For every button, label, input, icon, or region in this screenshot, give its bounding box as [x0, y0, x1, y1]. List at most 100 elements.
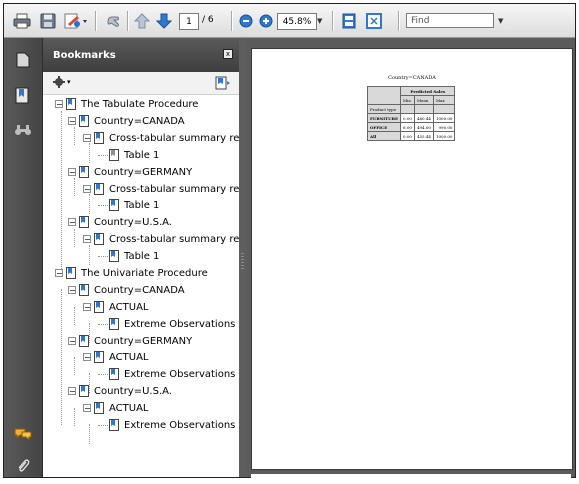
sign-document-icon[interactable] — [62, 11, 90, 30]
attachments-panel-icon[interactable] — [13, 120, 33, 140]
find-input[interactable]: Find — [406, 13, 494, 28]
toolbar-separator — [127, 11, 129, 31]
collapse-toggle-icon[interactable]: − — [83, 134, 91, 143]
gear-icon — [53, 76, 65, 88]
bookmark-icon — [94, 132, 104, 144]
collapse-toggle-icon[interactable]: − — [83, 303, 91, 312]
close-panel-button[interactable]: x — [223, 49, 233, 59]
bookmark-icon — [66, 267, 76, 279]
scrolling-mode-icon[interactable] — [339, 11, 359, 30]
table-row-label: All — [366, 131, 402, 141]
table-cell: 0.00 — [400, 131, 415, 141]
bookmark-label: ACTUAL — [109, 351, 149, 363]
summary-table: Predicted Sales Min Mean Max Product typ… — [366, 86, 456, 141]
bookmark-icon — [109, 199, 119, 211]
bookmark-label: Country=U.S.A. — [94, 216, 172, 228]
bookmark-label: Table 1 — [124, 199, 160, 211]
page-number-input[interactable]: 1 — [179, 13, 199, 30]
bookmark-icon — [94, 351, 104, 363]
next-page-icon[interactable] — [154, 11, 174, 30]
options-menu-button[interactable]: ▾ — [53, 76, 71, 88]
toolbar-separator — [332, 11, 334, 31]
bookmark-label: Country=GERMANY — [94, 166, 193, 178]
table-corner-cell — [366, 86, 402, 105]
bookmark-icon — [66, 98, 76, 110]
collapse-toggle-icon[interactable]: − — [83, 235, 91, 244]
collapse-toggle-icon[interactable]: − — [68, 337, 76, 346]
bookmark-item[interactable]: − ACTUAL — [83, 299, 149, 315]
bookmark-item[interactable]: − ACTUAL — [83, 400, 149, 416]
table-cell: 1000.00 — [432, 113, 456, 123]
bookmark-item[interactable]: − The Univariate Procedure — [55, 265, 208, 281]
toolbar-separator — [231, 11, 233, 31]
bookmark-item[interactable]: − Country=U.S.A. — [68, 214, 172, 230]
document-area[interactable]: Country=CANADA Predicted Sales Min Mean … — [247, 38, 575, 484]
tree-connector — [98, 424, 108, 426]
bookmark-icon — [94, 402, 104, 414]
bookmark-item[interactable]: Extreme Observations — [98, 366, 235, 382]
bookmark-item[interactable]: − Cross-tabular summary report — [83, 231, 239, 247]
toolbar-separator — [398, 11, 400, 31]
bookmarks-panel-header: Bookmarks x — [43, 38, 239, 72]
bookmark-item[interactable]: − Country=GERMANY — [68, 333, 192, 349]
tree-connector — [89, 245, 90, 265]
save-icon[interactable] — [38, 11, 58, 30]
bookmarks-panel-icon[interactable] — [13, 86, 33, 106]
bookmark-item[interactable]: − Country=U.S.A. — [68, 383, 172, 399]
bookmark-item[interactable]: − Country=CANADA — [68, 113, 185, 129]
bookmark-item[interactable]: Extreme Observations — [98, 417, 235, 433]
collapse-toggle-icon[interactable]: − — [83, 353, 91, 362]
tree-connector — [89, 424, 90, 444]
bookmark-label: Country=CANADA — [94, 115, 185, 127]
bookmark-item[interactable]: − ACTUAL — [83, 349, 149, 365]
collapse-toggle-icon[interactable]: − — [55, 100, 63, 109]
new-bookmark-button[interactable] — [215, 75, 231, 94]
bookmark-label: The Univariate Procedure — [81, 267, 208, 279]
bookmark-icon — [79, 166, 89, 178]
bookmark-icon — [109, 368, 119, 380]
zoom-out-icon[interactable] — [237, 11, 255, 30]
bookmark-item[interactable]: − Country=CANADA — [68, 282, 185, 298]
collapse-toggle-icon[interactable]: − — [68, 286, 76, 295]
bookmark-label: Country=GERMANY — [94, 335, 193, 347]
print-icon[interactable] — [12, 11, 32, 30]
comments-panel-icon[interactable] — [13, 424, 33, 444]
chevron-down-icon: ▾ — [67, 78, 71, 86]
table-cell: 990.00 — [432, 122, 456, 132]
find-dropdown-arrow-icon[interactable]: ▼ — [498, 17, 503, 25]
table-row-label: FURNITURE — [366, 113, 402, 123]
collapse-toggle-icon[interactable]: − — [68, 117, 76, 126]
collapse-toggle-icon[interactable]: − — [83, 185, 91, 194]
collapse-toggle-icon[interactable]: − — [55, 269, 63, 278]
acrobat-window: 1 / 6 45.8% ▼ Find ▼ Bookmarks x ▾ − The… — [3, 3, 576, 484]
bookmark-icon — [79, 216, 89, 228]
bookmark-item[interactable]: − The Tabulate Procedure — [55, 96, 198, 112]
bookmark-item[interactable]: Table 1 — [98, 197, 159, 213]
pages-panel-icon[interactable] — [13, 50, 33, 70]
tree-connector — [74, 408, 75, 426]
collapse-toggle-icon[interactable]: − — [68, 168, 76, 177]
bookmark-item[interactable]: Extreme Observations — [98, 316, 235, 332]
collapse-toggle-icon[interactable]: − — [83, 404, 91, 413]
zoom-level-input[interactable]: 45.8% — [277, 13, 317, 30]
bookmark-icon — [94, 301, 104, 313]
panel-splitter[interactable] — [239, 38, 247, 477]
navigation-pane-strip — [4, 38, 43, 477]
previous-page-icon[interactable] — [132, 11, 152, 30]
bookmark-label: Extreme Observations — [124, 368, 236, 380]
tree-connector — [89, 194, 90, 214]
bookmark-item[interactable]: Table 1 — [98, 248, 159, 264]
bookmark-item[interactable]: − Cross-tabular summary report — [83, 181, 239, 197]
attachment-paperclip-icon[interactable] — [13, 456, 33, 476]
collapse-toggle-icon[interactable]: − — [68, 387, 76, 396]
table-row-header: Product type — [366, 104, 402, 114]
hand-tool-icon[interactable] — [102, 11, 124, 30]
zoom-in-icon[interactable] — [257, 11, 275, 30]
table-row: All 0.00 455.44 1000.00 — [366, 131, 456, 141]
bookmark-item[interactable]: Table 1 — [98, 147, 159, 163]
collapse-toggle-icon[interactable]: − — [68, 218, 76, 227]
fit-page-icon[interactable] — [364, 11, 384, 30]
zoom-dropdown-arrow-icon[interactable]: ▼ — [317, 17, 322, 25]
bookmark-item[interactable]: − Cross-tabular summary report — [83, 130, 239, 146]
bookmark-item[interactable]: − Country=GERMANY — [68, 164, 192, 180]
